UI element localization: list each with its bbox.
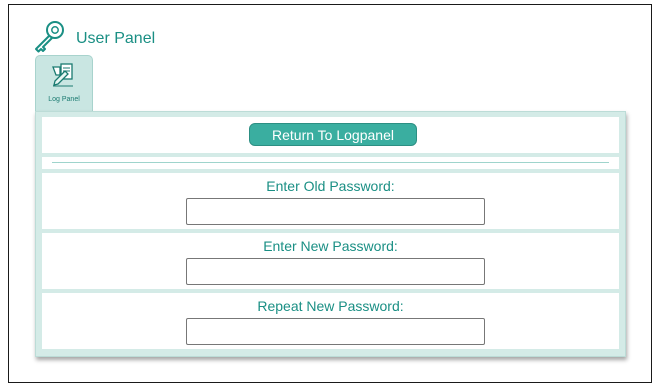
repeat-password-row: Repeat New Password: — [42, 293, 619, 349]
tab-label: Log Panel — [48, 96, 80, 103]
divider — [42, 157, 619, 169]
new-password-row: Enter New Password: — [42, 233, 619, 289]
return-button-row: Return To Logpanel — [42, 117, 619, 153]
repeat-password-input[interactable] — [186, 318, 485, 345]
old-password-row: Enter Old Password: — [42, 173, 619, 229]
user-panel-content: Return To Logpanel Enter Old Password: E… — [35, 111, 626, 357]
repeat-password-label: Repeat New Password: — [257, 298, 404, 314]
divider-line — [52, 162, 609, 163]
page-header: User Panel — [32, 19, 155, 53]
old-password-label: Enter Old Password: — [266, 178, 395, 194]
new-password-label: Enter New Password: — [263, 238, 398, 254]
key-icon — [35, 21, 64, 53]
return-to-logpanel-button[interactable]: Return To Logpanel — [249, 123, 417, 146]
log-panel-icon — [52, 63, 73, 87]
window-frame: User Panel Log Panel Return To Logpanel … — [8, 4, 652, 383]
page-title: User Panel — [76, 30, 156, 47]
old-password-input[interactable] — [186, 198, 485, 225]
new-password-input[interactable] — [186, 258, 485, 285]
tab-log-panel[interactable]: Log Panel — [35, 55, 93, 112]
